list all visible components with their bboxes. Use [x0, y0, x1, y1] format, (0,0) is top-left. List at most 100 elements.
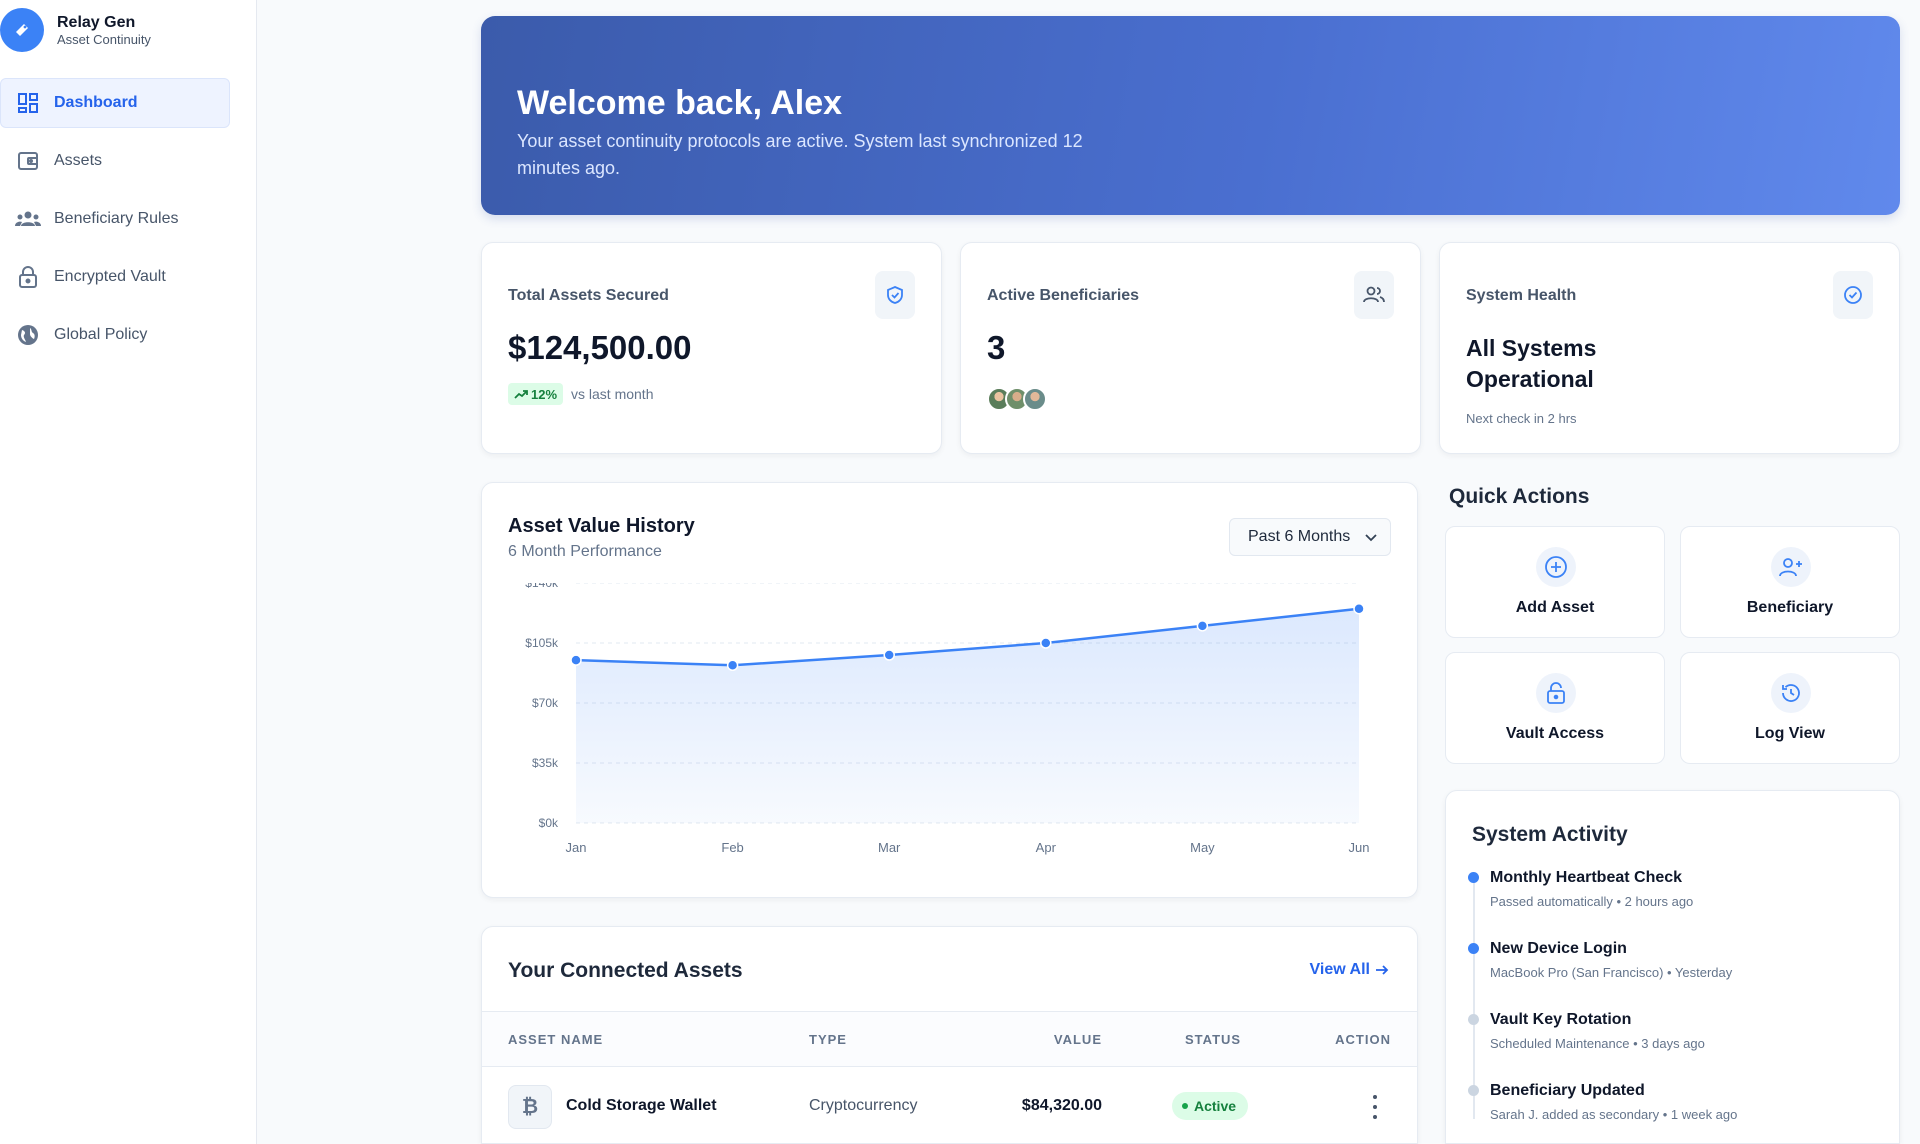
- next-check-note: Next check in 2 hrs: [1466, 411, 1577, 426]
- app-subtitle: Asset Continuity: [57, 31, 151, 47]
- y-tick-label: $140k: [525, 583, 559, 590]
- lock-icon: [15, 264, 41, 290]
- activity-desc: MacBook Pro (San Francisco) • Yesterday: [1490, 965, 1733, 980]
- x-tick-label: Feb: [721, 840, 743, 855]
- plus-circle-icon: [1536, 547, 1576, 587]
- sidebar-item-label: Encrypted Vault: [54, 268, 166, 285]
- y-tick-label: $0k: [539, 816, 559, 830]
- data-point[interactable]: [1040, 637, 1052, 649]
- chart-title: Asset Value History: [508, 515, 695, 537]
- shield-check-icon: [875, 271, 915, 319]
- y-tick-label: $70k: [532, 696, 559, 710]
- chart-subtitle: 6 Month Performance: [508, 543, 662, 560]
- add-beneficiary-button[interactable]: Beneficiary: [1680, 526, 1900, 638]
- timeline-line: [1473, 879, 1475, 1119]
- status-dot: [1468, 1014, 1479, 1025]
- history-icon: [1771, 673, 1811, 713]
- column-header: ASSET NAME: [508, 1032, 604, 1047]
- dashboard-icon: [15, 90, 41, 116]
- sidebar-item-beneficiary-rules[interactable]: Beneficiary Rules: [0, 194, 230, 244]
- activity-title: System Activity: [1472, 823, 1628, 846]
- user-plus-icon: [1771, 547, 1811, 587]
- quick-action-label: Add Asset: [1515, 599, 1595, 616]
- status-dot: [1468, 943, 1479, 954]
- sidebar-item-label: Global Policy: [54, 326, 148, 343]
- change-value: 12%: [531, 386, 558, 402]
- view-all-link[interactable]: View All: [1310, 961, 1389, 979]
- group-icon: [15, 206, 41, 232]
- activity-desc: Sarah J. added as secondary • 1 week ago: [1490, 1107, 1738, 1122]
- change-note: vs last month: [571, 386, 654, 402]
- x-tick-label: May: [1190, 840, 1215, 855]
- sidebar-item-global-policy[interactable]: Global Policy: [0, 310, 230, 360]
- beneficiaries-count: 3: [987, 329, 1006, 366]
- asset-name: Cold Storage Wallet: [566, 1097, 717, 1114]
- column-header: VALUE: [1053, 1032, 1102, 1047]
- kebab-dot: [1373, 1105, 1377, 1109]
- x-tick-label: Jun: [1349, 840, 1370, 855]
- users-icon: [1354, 271, 1394, 319]
- activity-desc: Passed automatically • 2 hours ago: [1490, 894, 1694, 909]
- selected-range: Past 6 Months: [1248, 528, 1351, 545]
- sidebar-item-encrypted-vault[interactable]: Encrypted Vault: [0, 252, 230, 302]
- vault-access-button[interactable]: Vault Access: [1445, 652, 1665, 764]
- stat-label: Total Assets Secured: [508, 287, 669, 304]
- app-name: Relay Gen: [57, 13, 136, 31]
- system-activity-card: System Activity Monthly Heartbeat Check …: [1445, 790, 1900, 1144]
- kebab-dot: [1373, 1095, 1377, 1099]
- activity-name: Beneficiary Updated: [1490, 1082, 1645, 1099]
- kebab-dot: [1373, 1115, 1377, 1119]
- column-header: STATUS: [1185, 1032, 1242, 1047]
- asset-value-chart: $0k $35k $70k $105k $140k Jan Feb Mar Apr May Jun: [525, 583, 1370, 855]
- data-point[interactable]: [726, 659, 739, 672]
- table-row[interactable]: ₿ Cold Storage Wallet Cryptocurrency $84…: [482, 1067, 1417, 1143]
- y-tick-label: $105k: [525, 636, 559, 650]
- stat-label: System Health: [1466, 287, 1577, 304]
- asset-value-history-card: Asset Value History 6 Month Performance …: [481, 482, 1418, 898]
- sidebar-nav: Dashboard Assets Beneficiary Rules Encry…: [0, 78, 230, 368]
- sidebar: Relay Gen Asset Continuity Dashboard Ass…: [0, 0, 257, 1144]
- beneficiary-avatars[interactable]: [987, 387, 1047, 411]
- x-tick-label: Jan: [566, 840, 587, 855]
- data-point[interactable]: [1196, 620, 1209, 632]
- status-badge: Active: [1172, 1092, 1249, 1120]
- sidebar-item-assets[interactable]: Assets: [0, 136, 230, 186]
- chevron-down-icon: [1365, 534, 1377, 542]
- activity-name: Vault Key Rotation: [1490, 1011, 1632, 1028]
- x-tick-label: Mar: [878, 840, 901, 855]
- quick-action-label: Vault Access: [1505, 725, 1605, 742]
- brand[interactable]: Relay Gen Asset Continuity: [0, 8, 151, 52]
- welcome-subtitle: Your asset continuity protocols are acti…: [517, 131, 1083, 178]
- asset-value: $84,320.00: [1021, 1097, 1102, 1114]
- row-actions-menu[interactable]: [1367, 1095, 1383, 1119]
- status-dot: [1468, 872, 1479, 883]
- check-circle-icon: [1833, 271, 1873, 319]
- avatar[interactable]: [1023, 387, 1047, 411]
- activity-name: Monthly Heartbeat Check: [1490, 869, 1683, 886]
- time-range-select[interactable]: Past 6 Months: [1229, 518, 1391, 556]
- column-header: ACTION: [1335, 1032, 1391, 1047]
- sidebar-item-label: Beneficiary Rules: [54, 210, 179, 227]
- change-badge: 12%: [508, 383, 564, 405]
- log-view-button[interactable]: Log View: [1680, 652, 1900, 764]
- status-label: Active: [1194, 1098, 1237, 1114]
- quick-actions-title: Quick Actions: [1449, 485, 1590, 508]
- data-point[interactable]: [883, 649, 895, 661]
- system-health-card: System Health All Systems Operational Ne…: [1439, 242, 1900, 454]
- quick-action-label: Log View: [1755, 725, 1825, 742]
- sidebar-item-label: Dashboard: [54, 94, 138, 111]
- sidebar-item-label: Assets: [54, 152, 103, 169]
- activity-desc: Scheduled Maintenance • 3 days ago: [1490, 1036, 1705, 1051]
- add-asset-button[interactable]: Add Asset: [1445, 526, 1665, 638]
- bitcoin-icon: ₿: [508, 1085, 552, 1129]
- health-status: All Systems Operational: [1466, 335, 1597, 392]
- x-tick-label: Apr: [1036, 840, 1057, 855]
- assets-table-title: Your Connected Assets: [508, 959, 743, 982]
- data-point[interactable]: [1353, 602, 1365, 615]
- unlock-icon: [1536, 673, 1576, 713]
- table-header: ASSET NAME TYPE VALUE STATUS ACTION: [482, 1011, 1417, 1067]
- y-tick-label: $35k: [532, 756, 559, 770]
- activity-name: New Device Login: [1490, 940, 1627, 957]
- sidebar-item-dashboard[interactable]: Dashboard: [0, 78, 230, 128]
- data-point[interactable]: [570, 654, 582, 666]
